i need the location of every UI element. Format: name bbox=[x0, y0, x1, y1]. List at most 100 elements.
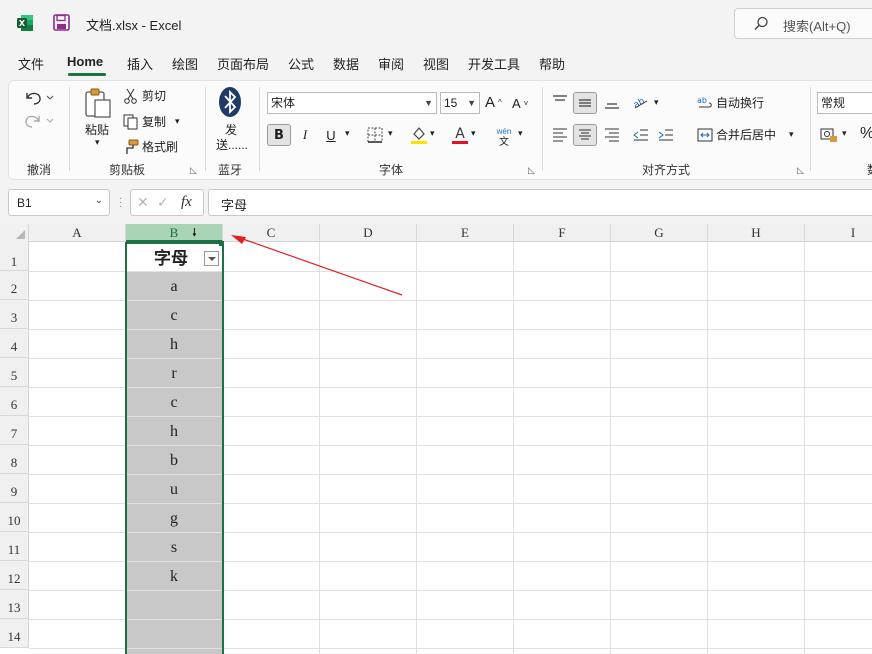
phonetic-bottom: 文 bbox=[499, 137, 509, 148]
merge-center-label: 合并后居中 bbox=[716, 128, 777, 142]
tab-draw[interactable]: 绘图 bbox=[172, 54, 198, 73]
phonetic-top: wén bbox=[496, 127, 512, 136]
italic-button[interactable]: I bbox=[293, 124, 317, 146]
tab-view[interactable]: 视图 bbox=[423, 54, 449, 73]
borders-icon[interactable] bbox=[367, 127, 383, 143]
number-format-dropdown[interactable]: 常规 bbox=[817, 92, 872, 114]
cut-button[interactable]: 剪切 bbox=[123, 87, 166, 104]
fill-color-icon[interactable] bbox=[410, 125, 428, 145]
copy-label: 复制 bbox=[142, 115, 167, 129]
chevron-down-icon[interactable]: ▾ bbox=[471, 128, 476, 139]
format-painter-button[interactable]: 格式刷 bbox=[123, 138, 178, 155]
redo-icon[interactable] bbox=[23, 111, 55, 129]
divider bbox=[205, 87, 206, 171]
phonetic-guide-button[interactable]: wén 文 bbox=[495, 125, 513, 148]
paste-button[interactable]: 粘贴 bbox=[85, 121, 109, 138]
svg-text:X: X bbox=[19, 19, 26, 28]
currency-icon[interactable] bbox=[820, 127, 838, 143]
chevron-down-icon[interactable]: ⌄ bbox=[95, 195, 103, 206]
tab-home[interactable]: Home bbox=[67, 54, 103, 69]
alignment-group-label: 对齐方式 bbox=[642, 163, 691, 177]
clipboard-group-label: 剪贴板 bbox=[109, 163, 146, 177]
name-box[interactable]: B1 ⌄ bbox=[8, 189, 110, 216]
font-size-dropdown[interactable]: 15 ▼ bbox=[440, 92, 480, 114]
clipboard-launcher-icon[interactable]: ◺ bbox=[190, 165, 197, 176]
undo-icon[interactable] bbox=[23, 88, 55, 106]
orientation-icon[interactable]: ab bbox=[632, 93, 652, 111]
chevron-down-icon[interactable]: ▾ bbox=[789, 129, 794, 140]
font-launcher-icon[interactable]: ◺ bbox=[528, 165, 535, 176]
svg-text:A: A bbox=[455, 126, 465, 142]
chevron-down-icon[interactable]: ▾ bbox=[842, 128, 847, 139]
number-group-label: 数 bbox=[867, 161, 872, 178]
scissors-icon bbox=[124, 88, 137, 104]
tab-developer[interactable]: 开发工具 bbox=[468, 54, 520, 73]
chevron-down-icon[interactable]: ▾ bbox=[175, 116, 180, 127]
align-bottom-icon[interactable] bbox=[603, 93, 621, 111]
cut-label: 剪切 bbox=[142, 89, 167, 103]
formula-controls: ✕ ✓ fx bbox=[130, 189, 204, 216]
confirm-icon[interactable]: ✓ bbox=[157, 194, 169, 211]
search-box[interactable]: 搜索(Alt+Q) bbox=[734, 8, 872, 39]
align-middle-icon bbox=[579, 99, 591, 107]
tab-help[interactable]: 帮助 bbox=[539, 54, 565, 73]
search-icon bbox=[754, 16, 768, 31]
align-center-button[interactable] bbox=[573, 124, 597, 146]
ribbon: 撤消 粘贴 ▾ 剪切 复制 ▾ 格式刷 剪贴板 ◺ 发 送...... 蓝牙 宋… bbox=[8, 80, 872, 180]
svg-text:ab: ab bbox=[697, 96, 707, 105]
chevron-down-icon[interactable]: ▾ bbox=[345, 128, 350, 139]
formula-input[interactable]: 字母 bbox=[208, 189, 872, 216]
name-box-value: B1 bbox=[17, 196, 32, 210]
more-options-icon[interactable]: · · · bbox=[119, 194, 123, 212]
tab-formulas[interactable]: 公式 bbox=[288, 54, 314, 73]
chevron-down-icon: ▼ bbox=[467, 98, 476, 108]
chevron-down-icon[interactable]: ▾ bbox=[430, 128, 435, 139]
bluetooth-icon[interactable] bbox=[218, 86, 242, 118]
align-left-icon[interactable] bbox=[551, 126, 569, 144]
undo-group-label: 撤消 bbox=[27, 163, 52, 177]
font-size-value: 15 bbox=[444, 96, 458, 110]
bluetooth-group-label: 蓝牙 bbox=[218, 163, 243, 177]
align-right-icon[interactable] bbox=[603, 126, 621, 144]
save-icon[interactable] bbox=[53, 14, 70, 31]
ribbon-tabs: 文件 Home 插入 绘图 页面布局 公式 数据 审阅 视图 开发工具 帮助 bbox=[0, 48, 872, 78]
insert-function-button[interactable]: fx bbox=[181, 194, 192, 211]
font-color-icon[interactable]: A bbox=[451, 125, 469, 145]
decrease-indent-icon[interactable] bbox=[632, 126, 650, 144]
svg-text:ab: ab bbox=[632, 96, 647, 110]
align-top-icon[interactable] bbox=[551, 93, 569, 111]
wrap-text-icon: ab bbox=[697, 96, 712, 107]
decrease-font-size-icon[interactable]: A ˅ bbox=[512, 96, 528, 111]
tab-page-layout[interactable]: 页面布局 bbox=[217, 54, 269, 73]
bluetooth-send-line2[interactable]: 送...... bbox=[216, 136, 248, 153]
chevron-down-icon[interactable]: ▾ bbox=[654, 97, 659, 108]
merge-center-button[interactable]: 合并后居中 ▾ bbox=[697, 126, 794, 143]
wrap-text-label: 自动换行 bbox=[716, 96, 765, 110]
increase-indent-icon[interactable] bbox=[657, 126, 675, 144]
wrap-text-button[interactable]: ab 自动换行 bbox=[697, 94, 764, 111]
tab-data[interactable]: 数据 bbox=[333, 54, 359, 73]
percent-button[interactable]: % bbox=[860, 125, 872, 143]
divider bbox=[542, 87, 543, 171]
copy-button[interactable]: 复制 ▾ bbox=[123, 113, 180, 130]
tab-review[interactable]: 审阅 bbox=[378, 54, 404, 73]
number-format-value: 常规 bbox=[821, 96, 846, 110]
chevron-down-icon[interactable]: ▾ bbox=[388, 128, 393, 139]
bold-button[interactable]: B bbox=[267, 124, 291, 146]
formula-content: 字母 bbox=[221, 198, 248, 213]
cancel-icon[interactable]: ✕ bbox=[137, 194, 149, 211]
format-painter-icon bbox=[126, 139, 139, 154]
paste-dropdown-icon[interactable]: ▾ bbox=[95, 137, 100, 148]
chevron-down-icon[interactable]: ▾ bbox=[518, 128, 523, 139]
alignment-launcher-icon[interactable]: ◺ bbox=[797, 165, 804, 176]
tab-insert[interactable]: 插入 bbox=[127, 54, 153, 73]
increase-font-size-icon[interactable]: A ^ bbox=[485, 94, 502, 111]
paste-icon[interactable] bbox=[83, 87, 113, 119]
underline-button[interactable]: U bbox=[319, 124, 343, 146]
font-name-dropdown[interactable]: 宋体 ▼ bbox=[267, 92, 437, 114]
format-painter-label: 格式刷 bbox=[142, 140, 179, 154]
align-middle-button[interactable] bbox=[573, 92, 597, 114]
search-placeholder: 搜索(Alt+Q) bbox=[783, 19, 851, 34]
tab-file[interactable]: 文件 bbox=[18, 54, 44, 73]
spreadsheet-grid[interactable]: A B C D E F G H I 🠗 1 2 3 4 5 6 7 8 9 10… bbox=[0, 224, 872, 654]
